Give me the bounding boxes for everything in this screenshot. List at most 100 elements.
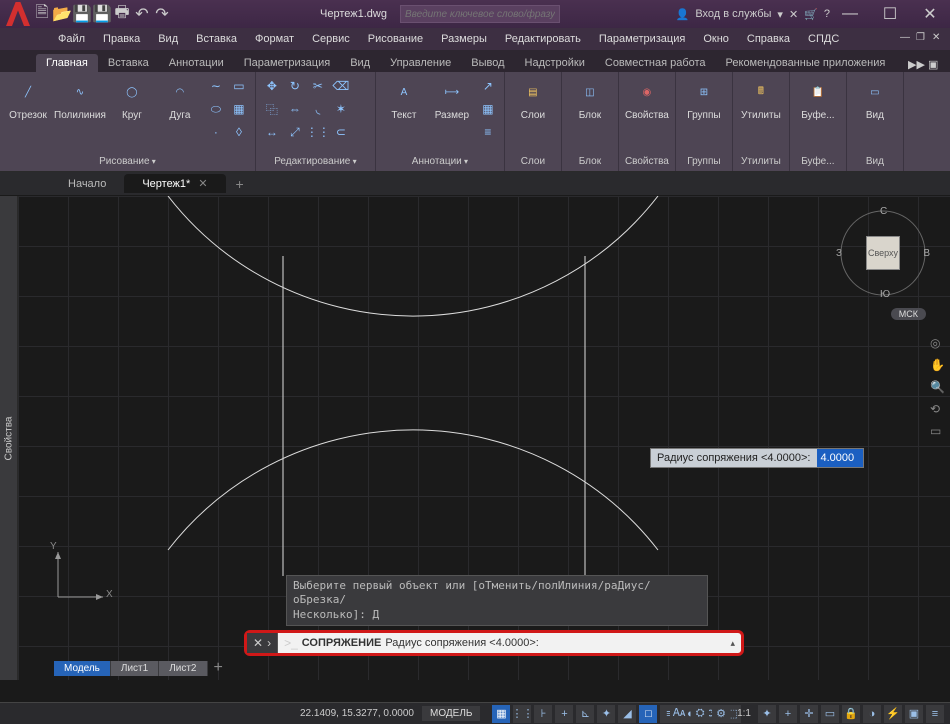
menu-file[interactable]: Файл bbox=[50, 31, 93, 47]
osnap-icon[interactable]: □ bbox=[639, 705, 657, 723]
tab-current[interactable]: Чертеж1*✕ bbox=[124, 174, 225, 193]
qat-redo-icon[interactable]: ↷ bbox=[154, 6, 170, 22]
infer-icon[interactable]: ⊦ bbox=[534, 705, 552, 723]
viewcube-n[interactable]: С bbox=[880, 206, 887, 217]
panel-block-title[interactable]: Блок bbox=[568, 154, 612, 169]
polyline-button[interactable]: ∿Полилиния bbox=[54, 76, 106, 121]
circle-button[interactable]: ◯Круг bbox=[110, 76, 154, 121]
copy-icon[interactable]: ⿻ bbox=[262, 99, 282, 119]
menu-modify[interactable]: Редактировать bbox=[497, 31, 589, 47]
erase-icon[interactable]: ⌫ bbox=[331, 76, 351, 96]
modelspace-button[interactable]: МОДЕЛЬ bbox=[422, 706, 480, 721]
layout-model[interactable]: Модель bbox=[54, 661, 111, 676]
annotation-visibility-icon[interactable]: ⛭ bbox=[691, 705, 709, 723]
hatch-icon[interactable]: ▦ bbox=[229, 99, 249, 119]
tab-collab[interactable]: Совместная работа bbox=[595, 54, 716, 72]
tab-parametric[interactable]: Параметризация bbox=[234, 54, 340, 72]
panel-props-title[interactable]: Свойства bbox=[625, 154, 669, 169]
orbit-icon[interactable]: ⟲ bbox=[930, 402, 946, 418]
qat-new-icon[interactable]: 🗎 bbox=[34, 6, 50, 22]
isoplane-icon[interactable]: ◢ bbox=[618, 705, 636, 723]
menu-parametric[interactable]: Параметризация bbox=[591, 31, 693, 47]
offset-icon[interactable]: ⊂ bbox=[331, 122, 351, 142]
grid-toggle-icon[interactable]: ▦ bbox=[492, 705, 510, 723]
add-tab-button[interactable]: + bbox=[226, 176, 254, 192]
arc-button[interactable]: ◠Дуга bbox=[158, 76, 202, 121]
cleanscreen-icon[interactable]: ▣ bbox=[905, 705, 923, 723]
viewcube[interactable]: Сверху С Ю В З bbox=[838, 208, 928, 298]
signin-link[interactable]: Вход в службы bbox=[695, 8, 771, 20]
panel-annot-title[interactable]: Аннотации bbox=[382, 154, 498, 169]
rectangle-icon[interactable]: ▭ bbox=[229, 76, 249, 96]
move-icon[interactable]: ✥ bbox=[262, 76, 282, 96]
minimize-button[interactable]: — bbox=[830, 0, 870, 28]
array-icon[interactable]: ⋮⋮ bbox=[308, 122, 328, 142]
workspace-switch-icon[interactable]: ✦ bbox=[758, 705, 776, 723]
layout-sheet1[interactable]: Лист1 bbox=[111, 661, 159, 676]
viewcube-w[interactable]: З bbox=[836, 248, 842, 259]
drawing-canvas[interactable]: X Y Сверху С Ю В З МСК ◎ ✋ 🔍 ⟲ ▭ Радиус … bbox=[18, 196, 950, 680]
utilities-button[interactable]: 🖩Утилиты bbox=[739, 76, 783, 121]
ribbon-collapse-icon[interactable]: ▣ bbox=[928, 58, 944, 72]
viewcube-top[interactable]: Сверху bbox=[866, 236, 900, 270]
panel-layers-title[interactable]: Слои bbox=[511, 154, 555, 169]
view-button[interactable]: ▭Вид bbox=[853, 76, 897, 121]
layout-add-button[interactable]: + bbox=[208, 659, 229, 677]
panel-draw-title[interactable]: Рисование bbox=[6, 154, 249, 169]
express-icon[interactable]: ▶▶ bbox=[908, 58, 924, 72]
ortho-icon[interactable]: ⊾ bbox=[576, 705, 594, 723]
tab-view[interactable]: Вид bbox=[340, 54, 380, 72]
explode-icon[interactable]: ✶ bbox=[331, 99, 351, 119]
viewcube-e[interactable]: В bbox=[923, 248, 930, 259]
viewcube-s[interactable]: Ю bbox=[880, 289, 890, 300]
panel-clip-title[interactable]: Буфе... bbox=[796, 154, 840, 169]
coordinates[interactable]: 22.1409, 15.3277, 0.0000 bbox=[300, 708, 414, 719]
command-line[interactable]: ✕ › >_ СОПРЯЖЕНИЕ Радиус сопряжения <4.0… bbox=[244, 630, 744, 656]
table-icon[interactable]: ▦ bbox=[478, 99, 498, 119]
tab-manage[interactable]: Управление bbox=[380, 54, 461, 72]
exchange-icon[interactable]: ✕ bbox=[789, 8, 798, 21]
zoom-icon[interactable]: 🔍 bbox=[930, 380, 946, 396]
panel-view-title[interactable]: Вид bbox=[853, 154, 897, 169]
rotate-icon[interactable]: ↻ bbox=[285, 76, 305, 96]
app-logo[interactable] bbox=[6, 2, 30, 26]
menu-draw[interactable]: Рисование bbox=[360, 31, 431, 47]
menu-help[interactable]: Справка bbox=[739, 31, 798, 47]
qat-saveas-icon[interactable]: 💾 bbox=[94, 6, 110, 22]
customize-icon[interactable]: ≡ bbox=[926, 705, 944, 723]
qat-save-icon[interactable]: 💾 bbox=[74, 6, 90, 22]
doc-restore-icon[interactable]: ❐ bbox=[916, 32, 930, 46]
dynamic-input-icon[interactable]: + bbox=[555, 705, 573, 723]
clipboard-button[interactable]: 📋Буфе... bbox=[796, 76, 840, 121]
ellipse-icon[interactable]: ⬭ bbox=[206, 99, 226, 119]
scale-display[interactable]: 1:1 bbox=[733, 708, 755, 719]
wcs-badge[interactable]: МСК bbox=[891, 308, 926, 320]
qat-undo-icon[interactable]: ↶ bbox=[134, 6, 150, 22]
close-button[interactable]: ✕ bbox=[910, 0, 950, 28]
cmdline-recent-icon[interactable]: ▴ bbox=[730, 638, 735, 649]
menu-format[interactable]: Формат bbox=[247, 31, 302, 47]
mtext-icon[interactable]: ≡ bbox=[478, 122, 498, 142]
dynamic-input-field[interactable]: 4.0000 bbox=[817, 449, 863, 467]
tab-featured[interactable]: Рекомендованные приложения bbox=[716, 54, 896, 72]
snap-toggle-icon[interactable]: ⋮⋮ bbox=[513, 705, 531, 723]
dimension-button[interactable]: ⟼Размер bbox=[430, 76, 474, 121]
layers-button[interactable]: ▤Слои bbox=[511, 76, 555, 121]
menu-edit[interactable]: Правка bbox=[95, 31, 148, 47]
showmotion-icon[interactable]: ▭ bbox=[930, 424, 946, 440]
groups-button[interactable]: ⊞Группы bbox=[682, 76, 726, 121]
cmdline-chevron-icon[interactable]: › bbox=[267, 636, 271, 650]
tab-insert[interactable]: Вставка bbox=[98, 54, 159, 72]
properties-button[interactable]: ◉Свойства bbox=[625, 76, 669, 121]
panel-modify-title[interactable]: Редактирование bbox=[262, 154, 369, 169]
fillet-icon[interactable]: ◟ bbox=[308, 99, 328, 119]
menu-tools[interactable]: Сервис bbox=[304, 31, 358, 47]
chevron-down-icon[interactable]: ▾ bbox=[777, 8, 783, 21]
tab-output[interactable]: Вывод bbox=[461, 54, 514, 72]
autoscale-icon[interactable]: ⚙ bbox=[712, 705, 730, 723]
menu-dimension[interactable]: Размеры bbox=[433, 31, 495, 47]
units-icon[interactable]: ✛ bbox=[800, 705, 818, 723]
line-button[interactable]: ╱Отрезок bbox=[6, 76, 50, 121]
maximize-button[interactable]: ☐ bbox=[870, 0, 910, 28]
spline-icon[interactable]: ∼ bbox=[206, 76, 226, 96]
